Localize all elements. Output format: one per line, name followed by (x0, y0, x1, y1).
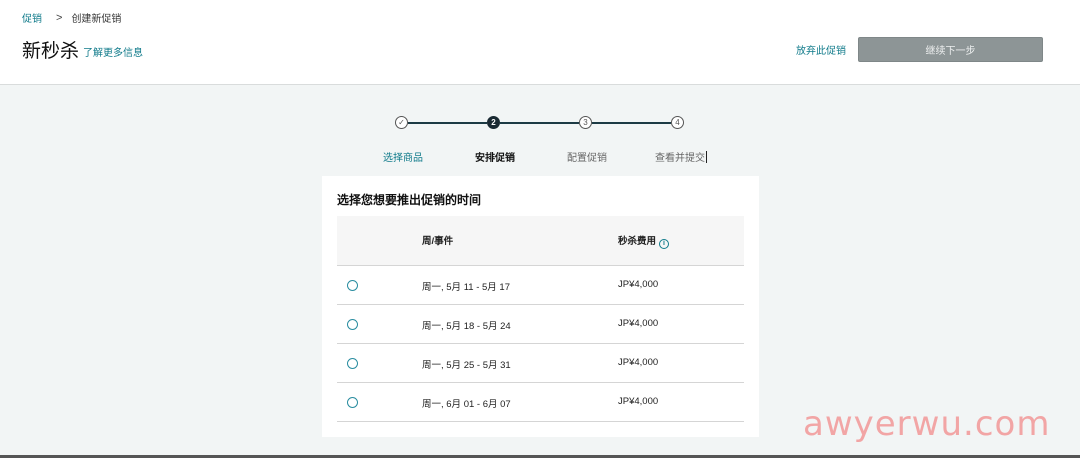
abandon-promotion-link[interactable]: 放弃此促销 (796, 42, 846, 57)
fee-cell: JP¥4,000 (618, 396, 659, 407)
schedule-table: 周/事件 秒杀费用 i 周一, 5月 11 - 5月 17 JP¥4,000 周一… (337, 216, 744, 422)
step-connector (592, 122, 671, 124)
fee-cell: JP¥4,000 (618, 318, 659, 329)
step-3-marker: 3 (579, 116, 592, 129)
learn-more-link[interactable]: 了解更多信息 (83, 44, 143, 59)
fee-cell: JP¥4,000 (618, 279, 659, 290)
step-connector (500, 122, 579, 124)
chevron-right-icon: > (56, 11, 63, 24)
step-1-check-icon: ✓ (395, 116, 408, 129)
step-review-submit-label: 查看并提交 (655, 153, 705, 164)
step-select-products[interactable]: 选择商品 (383, 149, 423, 164)
radio-button[interactable] (347, 397, 358, 408)
step-schedule-promotion: 安排促销 (475, 153, 515, 164)
column-header-fee-label: 秒杀费用 (618, 236, 657, 247)
continue-button[interactable]: 继续下一步 (858, 37, 1043, 62)
radio-button[interactable] (347, 280, 358, 291)
fee-cell: JP¥4,000 (618, 357, 659, 368)
page-title: 新秒杀 (22, 41, 80, 62)
week-cell: 周一, 5月 11 - 5月 17 (422, 282, 510, 293)
page-header: 促销 > 创建新促销 新秒杀 了解更多信息 放弃此促销 继续下一步 (0, 0, 1080, 85)
info-icon[interactable]: i (659, 239, 670, 249)
table-row[interactable]: 周一, 5月 25 - 5月 31 JP¥4,000 (337, 344, 744, 383)
week-cell: 周一, 5月 25 - 5月 31 (422, 360, 511, 371)
breadcrumb: 促销 > 创建新促销 (22, 10, 122, 26)
progress-stepper: ✓ 2 3 4 选择商品 安排促销 配置促销 查看并提交 (0, 110, 1080, 170)
step-4-marker: 4 (671, 116, 684, 129)
breadcrumb-current: 创建新促销 (71, 14, 122, 25)
week-cell: 周一, 6月 01 - 6月 07 (422, 399, 511, 410)
table-header: 周/事件 秒杀费用 i (337, 216, 744, 266)
breadcrumb-promotions-link[interactable]: 促销 (22, 10, 42, 25)
column-header-week: 周/事件 (422, 236, 454, 247)
step-configure-promotion: 配置促销 (567, 153, 607, 164)
table-row[interactable]: 周一, 6月 01 - 6月 07 JP¥4,000 (337, 383, 744, 422)
step-connector (408, 122, 487, 124)
radio-button[interactable] (347, 319, 358, 330)
schedule-card: 选择您想要推出促销的时间 周/事件 秒杀费用 i 周一, 5月 11 - 5月 1… (322, 176, 759, 437)
table-row[interactable]: 周一, 5月 11 - 5月 17 JP¥4,000 (337, 266, 744, 305)
step-review-submit: 查看并提交 (655, 149, 707, 164)
watermark-text: awyerwu.com (803, 404, 1051, 444)
step-2-marker: 2 (487, 116, 500, 129)
card-title: 选择您想要推出促销的时间 (337, 193, 482, 207)
text-cursor (706, 151, 707, 163)
table-row[interactable]: 周一, 5月 18 - 5月 24 JP¥4,000 (337, 305, 744, 344)
week-cell: 周一, 5月 18 - 5月 24 (422, 321, 511, 332)
column-header-fee: 秒杀费用 i (618, 233, 670, 249)
radio-button[interactable] (347, 358, 358, 369)
